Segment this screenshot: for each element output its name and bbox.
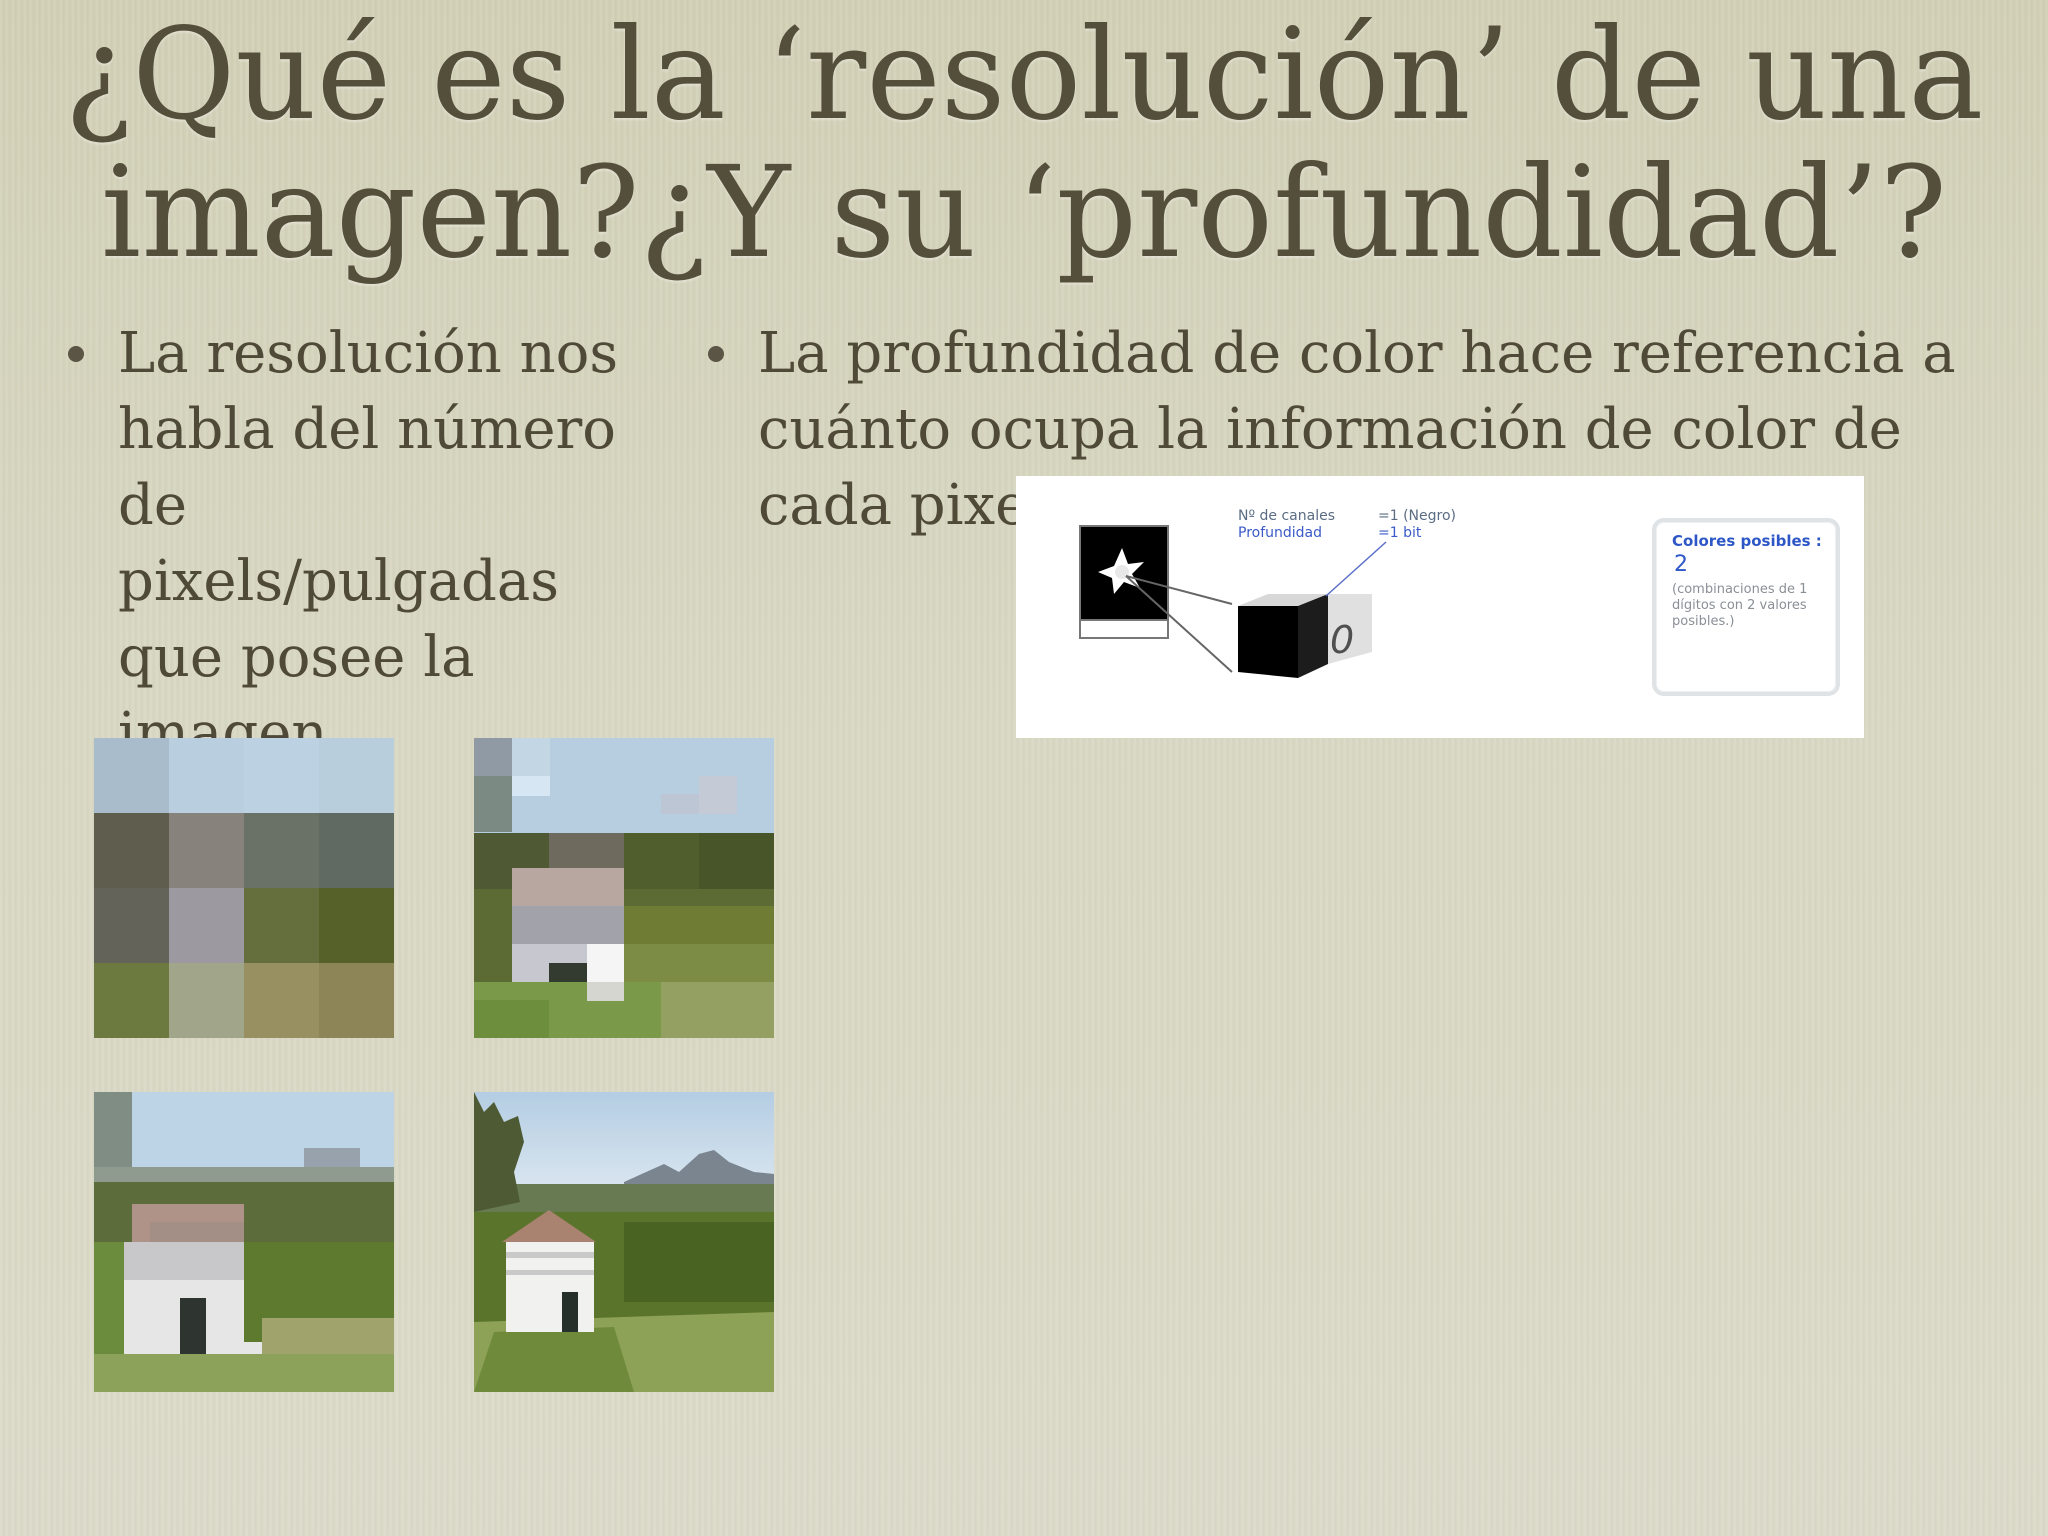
depth-label: Profundidad xyxy=(1238,525,1323,541)
landscape-photo xyxy=(474,1092,774,1392)
title-line-2: imagen?¿Y su ‘profundidad’? xyxy=(100,139,1948,286)
depth-value: =1 bit xyxy=(1378,525,1422,541)
bullet-dot-icon xyxy=(68,346,84,362)
pixelated-image-8x8 xyxy=(474,738,774,1038)
thumbnail-8x8-pixels xyxy=(474,738,774,1038)
thumbnail-4x4-pixels xyxy=(94,738,394,1038)
pixelated-image-16x16 xyxy=(94,1092,394,1392)
possible-colors-title: Colores posibles : xyxy=(1672,532,1822,550)
possible-colors-value: 2 xyxy=(1674,552,1688,577)
resolution-bullet: La resolución nos habla del número de pi… xyxy=(68,316,638,772)
title-line-1: ¿Qué es la ‘resolución’ de una xyxy=(64,1,1984,148)
resolution-bullet-text: La resolución nos habla del número de pi… xyxy=(118,321,619,766)
bit-value-label: 0 xyxy=(1330,618,1355,662)
pixelated-image-4x4 xyxy=(94,738,394,1038)
thumbnail-full-resolution xyxy=(474,1092,774,1392)
bullet-dot-icon xyxy=(708,346,724,362)
possible-colors-note: (combinaciones de 1 dígitos con 2 valore… xyxy=(1672,582,1808,629)
thumbnail-16x16-pixels xyxy=(94,1092,394,1392)
channels-label: Nº de canales xyxy=(1238,508,1335,524)
color-depth-diagram: Nº de canales Profundidad =1 (Negro) =1 … xyxy=(1016,476,1864,738)
slide-title: ¿Qué es la ‘resolución’ de una imagen?¿Y… xyxy=(0,6,2048,282)
resolution-bullet-list: La resolución nos habla del número de pi… xyxy=(68,316,638,772)
possible-colors-box: Colores posibles : 2 (combinaciones de 1… xyxy=(1652,518,1840,696)
channels-value: =1 (Negro) xyxy=(1378,508,1456,524)
